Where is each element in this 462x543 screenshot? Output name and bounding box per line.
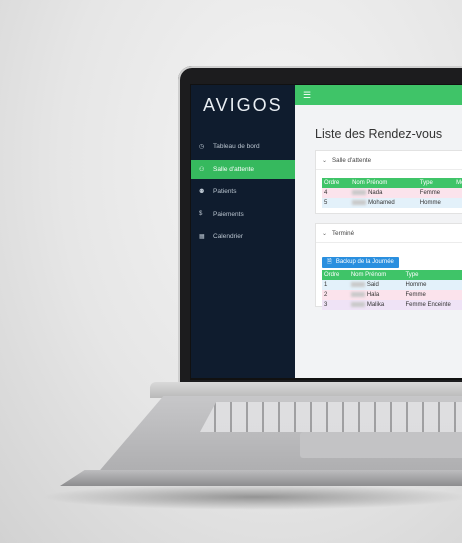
backup-button-label: Backup de la Journée	[335, 259, 394, 265]
cell-ordre: 2	[322, 290, 349, 300]
cell-nom: Hala	[348, 290, 404, 300]
cell-nom-text: Nada	[368, 190, 383, 197]
sidebar-item-label: Patients	[213, 188, 237, 195]
column-header: Nom Prénom	[350, 178, 418, 188]
chevron-down-icon: ⌄	[322, 157, 328, 164]
sidebar-item-label: Tableau de bord	[213, 143, 260, 150]
main-content: Liste des Rendez-vous ⌄ Salle d'attente …	[295, 105, 462, 378]
column-header: Type	[417, 178, 455, 188]
sidebar-nav: ◷ Tableau de bord ⚇ Salle d'attente ⚉ Pa…	[191, 137, 295, 250]
panel-header[interactable]: ⌄ Terminé	[316, 224, 462, 243]
top-bar: ☰	[295, 85, 462, 105]
page-title: Liste des Rendez-vous	[315, 127, 443, 141]
table-row[interactable]: 3 Malika Femme Enceinte	[322, 300, 462, 310]
calendar-icon: ▦	[199, 234, 205, 240]
sidebar-item-label: Salle d'attente	[213, 165, 254, 173]
cell-type: Femme	[403, 290, 462, 300]
redacted-name	[350, 291, 365, 297]
cell-empty	[454, 188, 462, 198]
table-row[interactable]: 5 Mohamed Homme	[322, 198, 462, 208]
backup-button[interactable]: 🗎 Backup de la Journée	[322, 256, 399, 268]
table-header-row: Ordre Nom Prénom Type Mo	[322, 178, 462, 188]
dollar-icon: $	[199, 211, 203, 217]
cell-ordre: 4	[322, 188, 351, 198]
cell-nom: Malika	[348, 300, 404, 310]
cell-nom: Mohamed	[350, 198, 418, 208]
cell-nom-text: Malika	[366, 302, 385, 309]
cell-nom-text: Mohamed	[368, 200, 395, 207]
waiting-table: Ordre Nom Prénom Type Mo 4 Nada Femme 5	[322, 178, 462, 208]
redacted-name	[352, 189, 367, 195]
redacted-name	[352, 199, 367, 205]
redacted-name	[350, 301, 365, 307]
cell-type: Homme	[403, 280, 462, 290]
cell-type: Homme	[417, 198, 455, 208]
laptop-shadow	[40, 484, 462, 510]
cell-nom: Nada	[350, 188, 418, 198]
sidebar: AVIGOS ◷ Tableau de bord ⚇ Salle d'atten…	[191, 85, 295, 378]
cell-type: Femme Enceinte	[403, 300, 462, 310]
laptop-keyboard	[200, 402, 462, 432]
table-row[interactable]: 4 Nada Femme	[322, 188, 462, 198]
sidebar-item-tableau-de-bord[interactable]: ◷ Tableau de bord	[191, 137, 295, 156]
users-icon: ⚉	[199, 189, 205, 195]
document-icon: 🗎	[327, 259, 332, 265]
app-screen: AVIGOS ◷ Tableau de bord ⚇ Salle d'atten…	[191, 85, 462, 378]
column-header: Ordre	[322, 270, 349, 280]
panel-title: Terminé	[332, 229, 355, 237]
panel-title: Salle d'attente	[332, 156, 372, 164]
sidebar-item-label: Paiements	[213, 210, 244, 218]
cell-type: Femme	[417, 188, 455, 198]
cell-ordre: 1	[322, 280, 349, 290]
laptop-base-edge	[60, 470, 462, 486]
cell-ordre: 5	[322, 198, 351, 208]
logo: AVIGOS	[203, 95, 283, 115]
panel-header[interactable]: ⌄ Salle d'attente	[316, 151, 462, 170]
column-header: Type	[403, 270, 462, 280]
sidebar-item-salle-attente[interactable]: ⚇ Salle d'attente	[191, 159, 295, 179]
done-panel: ⌄ Terminé 🗎 Backup de la Journée Ordre N…	[315, 223, 462, 310]
hamburger-icon[interactable]: ☰	[303, 90, 311, 101]
table-row[interactable]: 1 Said Homme	[322, 280, 462, 290]
column-header: Ordre	[322, 178, 351, 188]
laptop-trackpad	[300, 432, 462, 458]
table-header-row: Ordre Nom Prénom Type	[322, 270, 462, 280]
sidebar-item-patients[interactable]: ⚉ Patients	[191, 182, 295, 201]
waiting-room-panel: ⌄ Salle d'attente Ordre Nom Prénom Type …	[315, 150, 462, 214]
laptop-hinge	[150, 382, 462, 398]
cell-nom-text: Hala	[366, 292, 380, 299]
cell-nom: Said	[348, 280, 404, 290]
done-table: Ordre Nom Prénom Type 1 Said Homme 2 Hal…	[322, 270, 462, 310]
cell-nom-text: Said	[366, 282, 379, 289]
chevron-down-icon: ⌄	[322, 230, 328, 237]
sidebar-item-calendrier[interactable]: ▦ Calendrier	[191, 227, 295, 246]
table-row[interactable]: 2 Hala Femme	[322, 290, 462, 300]
cell-empty	[454, 198, 462, 208]
column-header: Nom Prénom	[348, 270, 404, 280]
sidebar-item-label: Calendrier	[213, 233, 243, 240]
redacted-name	[350, 281, 365, 287]
sidebar-item-paiements[interactable]: $ Paiements	[191, 205, 295, 224]
cell-ordre: 3	[322, 300, 349, 310]
user-icon: ⚇	[199, 166, 205, 173]
clock-icon: ◷	[199, 144, 205, 150]
column-header: Mo	[454, 178, 462, 188]
